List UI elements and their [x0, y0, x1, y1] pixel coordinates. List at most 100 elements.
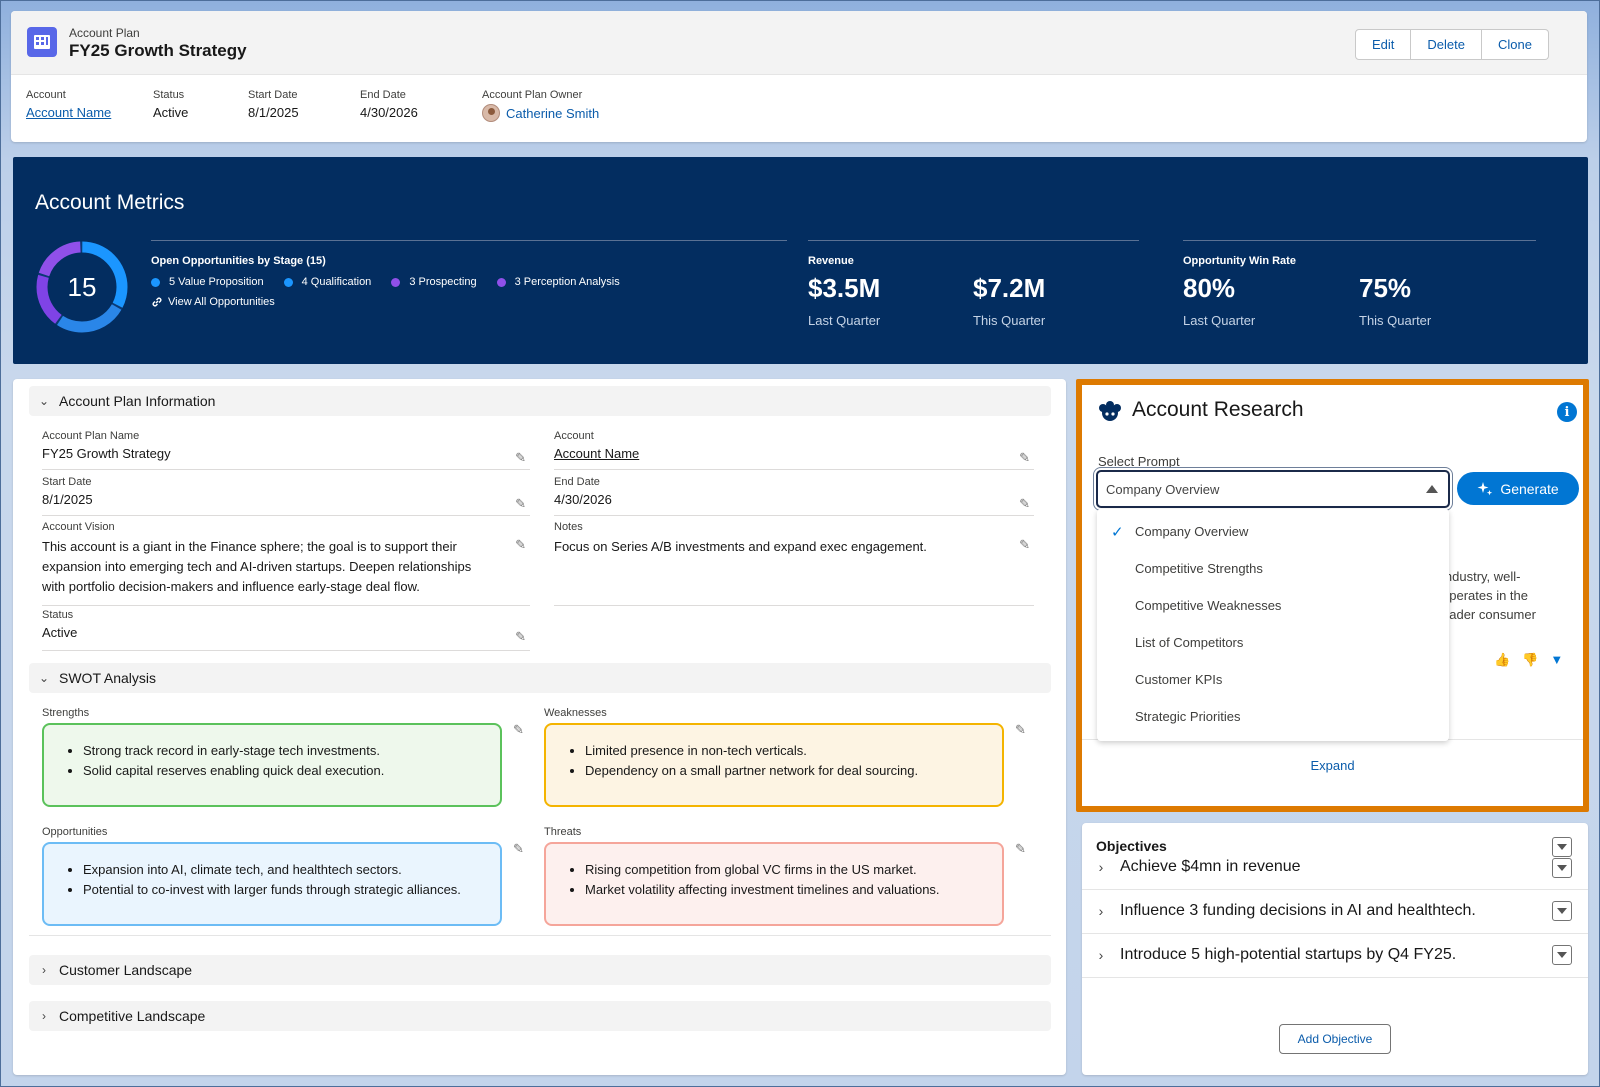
- edit-pencil-icon[interactable]: ✎: [515, 450, 526, 466]
- weaknesses-box: Limited presence in non-tech verticals. …: [544, 723, 1004, 807]
- edit-pencil-icon[interactable]: ✎: [513, 841, 524, 857]
- section-title: Account Plan Information: [59, 393, 216, 409]
- prompt-dropdown-menu: ✓ Company Overview Competitive Strengths …: [1097, 509, 1449, 741]
- edit-button[interactable]: Edit: [1355, 29, 1412, 60]
- win-rate-this-label: This Quarter: [1359, 313, 1432, 328]
- field-label: Account Vision: [42, 521, 115, 533]
- record-actions: Edit Delete Clone: [1355, 29, 1549, 60]
- edit-pencil-icon[interactable]: ✎: [1019, 537, 1030, 553]
- dropdown-option-strategic-priorities[interactable]: Strategic Priorities: [1097, 698, 1449, 735]
- section-title: Competitive Landscape: [59, 1008, 206, 1024]
- field-label: Notes: [554, 521, 583, 533]
- field-status: Status Active ✎: [42, 609, 530, 651]
- metrics-title: Account Metrics: [35, 191, 185, 214]
- divider: [29, 935, 1051, 936]
- generate-label: Generate: [1500, 480, 1559, 497]
- win-rate-last-label: Last Quarter: [1183, 313, 1256, 328]
- revenue-this-label: This Quarter: [973, 313, 1046, 328]
- info-icon[interactable]: i: [1557, 402, 1577, 422]
- dropdown-option-competitive-strengths[interactable]: Competitive Strengths: [1097, 550, 1449, 587]
- clone-button[interactable]: Clone: [1481, 29, 1549, 60]
- list-item: Rising competition from global VC firms …: [585, 860, 980, 880]
- dropdown-option-customer-kpis[interactable]: Customer KPIs: [1097, 661, 1449, 698]
- objectives-card: Objectives › Achieve $4mn in revenue › I…: [1082, 823, 1588, 1075]
- section-swot-analysis[interactable]: ⌄ SWOT Analysis: [29, 663, 1051, 693]
- option-label: Strategic Priorities: [1135, 709, 1241, 724]
- highlight-end-value: 4/30/2026: [360, 105, 418, 120]
- field-start-date: Start Date 8/1/2025 ✎: [42, 476, 530, 516]
- edit-pencil-icon[interactable]: ✎: [1015, 722, 1026, 738]
- strengths-label: Strengths: [42, 707, 90, 719]
- thumbs-down-icon[interactable]: 👎: [1522, 652, 1538, 668]
- section-competitive-landscape[interactable]: › Competitive Landscape: [29, 1001, 1051, 1031]
- edit-pencil-icon[interactable]: ✎: [1019, 496, 1030, 512]
- highlight-account-link[interactable]: Account Name: [26, 105, 111, 120]
- edit-pencil-icon[interactable]: ✎: [515, 496, 526, 512]
- page-title: FY25 Growth Strategy: [69, 41, 247, 60]
- prompt-select[interactable]: Company Overview: [1096, 470, 1450, 508]
- chevron-up-icon: [1426, 485, 1438, 493]
- field-label: Account: [554, 430, 594, 442]
- chevron-right-icon: ›: [42, 963, 46, 977]
- stage-legend-item: 5 Value Proposition: [151, 276, 264, 288]
- research-preview-text: industry, well- operates in the oader co…: [1442, 567, 1536, 624]
- objective-label: Achieve $4mn in revenue: [1120, 858, 1301, 875]
- account-research-title: Account Research: [1132, 398, 1304, 421]
- field-value: FY25 Growth Strategy: [42, 446, 171, 461]
- highlight-owner-label: Account Plan Owner: [482, 89, 583, 101]
- chevron-down-icon: ⌄: [38, 671, 50, 685]
- account-metrics-panel: Account Metrics 15 Open Opportunities by…: [13, 157, 1588, 364]
- avatar: [482, 104, 500, 122]
- thumbs-up-icon[interactable]: 👍: [1494, 652, 1510, 668]
- record-type: Account Plan: [69, 26, 140, 40]
- edit-pencil-icon[interactable]: ✎: [513, 722, 524, 738]
- edit-pencil-icon[interactable]: ✎: [1015, 841, 1026, 857]
- option-label: Competitive Weaknesses: [1135, 598, 1282, 613]
- objective-row[interactable]: › Influence 3 funding decisions in AI an…: [1082, 889, 1588, 934]
- edit-pencil-icon[interactable]: ✎: [1019, 450, 1030, 466]
- field-value: 4/30/2026: [554, 492, 612, 507]
- field-end-date: End Date 4/30/2026 ✎: [554, 476, 1034, 516]
- objective-menu-button[interactable]: [1552, 901, 1572, 921]
- opportunities-by-stage-title: Open Opportunities by Stage (15): [151, 255, 326, 267]
- field-value: Active: [42, 625, 78, 640]
- option-label: Competitive Strengths: [1135, 561, 1263, 576]
- owner-link[interactable]: Catherine Smith: [506, 106, 599, 121]
- section-customer-landscape[interactable]: › Customer Landscape: [29, 955, 1051, 985]
- objective-menu-button[interactable]: [1552, 945, 1572, 965]
- dropdown-option-competitive-weaknesses[interactable]: Competitive Weaknesses: [1097, 587, 1449, 624]
- objective-row[interactable]: › Introduce 5 high-potential startups by…: [1082, 933, 1588, 978]
- stage-label: 5 Value Proposition: [169, 276, 264, 288]
- edit-pencil-icon[interactable]: ✎: [515, 629, 526, 645]
- highlight-status-label: Status: [153, 89, 185, 101]
- stage-dot-icon: [283, 277, 293, 287]
- chevron-right-icon: ›: [1098, 947, 1104, 963]
- add-objective-button[interactable]: Add Objective: [1279, 1024, 1391, 1054]
- chevron-down-icon[interactable]: ▼: [1550, 652, 1563, 668]
- account-link[interactable]: Account Name: [554, 444, 1034, 464]
- edit-pencil-icon[interactable]: ✎: [515, 537, 526, 553]
- stage-label: 3 Prospecting: [409, 276, 477, 288]
- win-rate-this-quarter: 75%: [1359, 273, 1412, 303]
- list-item: Strong track record in early-stage tech …: [83, 741, 478, 761]
- section-account-plan-information[interactable]: ⌄ Account Plan Information: [29, 386, 1051, 416]
- highlight-end-date: End Date 4/30/2026: [360, 89, 418, 120]
- objective-row[interactable]: › Achieve $4mn in revenue: [1082, 845, 1588, 890]
- revenue-last-quarter: $3.5M: [808, 273, 881, 303]
- objective-menu-button[interactable]: [1552, 858, 1572, 878]
- stage-label: 4 Qualification: [301, 276, 372, 288]
- link-icon: [152, 297, 162, 307]
- highlight-start-label: Start Date: [248, 89, 298, 101]
- expand-link[interactable]: Expand: [1082, 758, 1583, 773]
- chevron-right-icon: ›: [42, 1009, 46, 1023]
- chevron-right-icon: ›: [1098, 903, 1104, 919]
- delete-button[interactable]: Delete: [1411, 29, 1482, 60]
- objective-label: Influence 3 funding decisions in AI and …: [1120, 902, 1476, 919]
- dropdown-option-list-of-competitors[interactable]: List of Competitors: [1097, 624, 1449, 661]
- checkmark-icon: ✓: [1111, 523, 1124, 541]
- record-header-top: Account Plan FY25 Growth Strategy Edit D…: [11, 11, 1587, 75]
- list-item: Expansion into AI, climate tech, and hea…: [83, 860, 478, 880]
- dropdown-option-company-overview[interactable]: ✓ Company Overview: [1097, 513, 1449, 550]
- generate-button[interactable]: Generate: [1457, 472, 1579, 505]
- view-all-opportunities-link[interactable]: View All Opportunities: [151, 296, 275, 308]
